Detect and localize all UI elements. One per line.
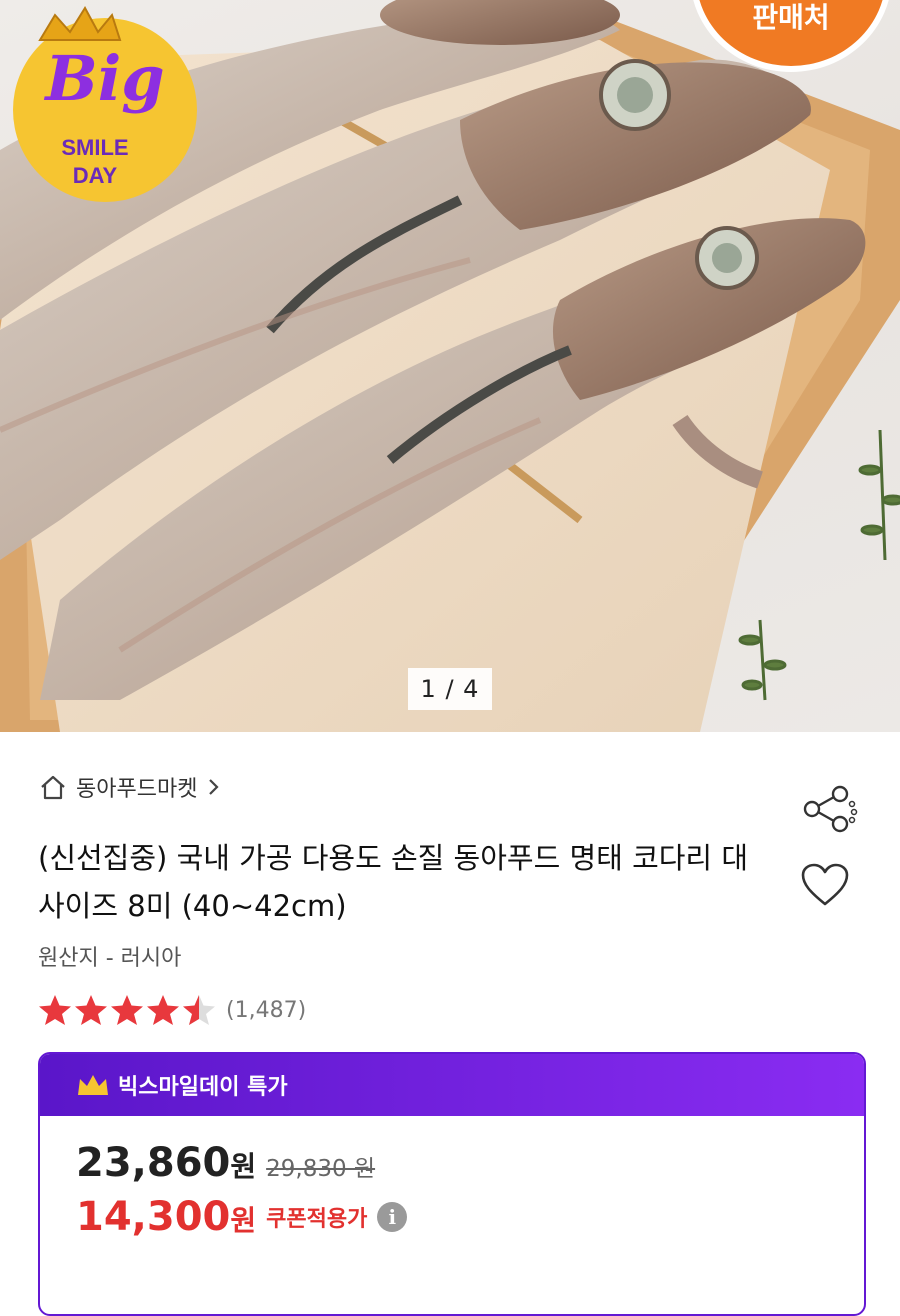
product-origin: 원산지 - 러시아 <box>38 946 182 971</box>
star-half-icon <box>183 995 215 1025</box>
product-title: (신선집중) 국내 가공 다용도 손질 동아푸드 명태 코다리 대 사이즈 8미… <box>38 841 749 923</box>
deal-header: 빅스마일데이 특가 <box>40 1054 864 1116</box>
store-link[interactable]: 동아푸드마켓 <box>38 770 221 804</box>
smile-text: SMILE <box>61 135 128 160</box>
star-icon <box>75 995 107 1025</box>
sale-price: 23,860원 <box>76 1140 257 1186</box>
coupon-label: 쿠폰적용가 <box>266 1207 368 1232</box>
big-smile-day-badge: Big SMILE DAY <box>13 6 197 202</box>
star-icon <box>39 995 71 1025</box>
coupon-price: 14,300원 <box>76 1194 257 1240</box>
deal-header-label: 빅스마일데이 특가 <box>118 1075 288 1100</box>
price-row: 23,860원 29,830 원 <box>76 1140 375 1186</box>
rating-stars[interactable]: (1,487) <box>38 988 306 1032</box>
chevron-right-icon <box>209 779 220 795</box>
info-icon[interactable]: i <box>377 1202 408 1232</box>
share-icon[interactable] <box>800 784 860 834</box>
heart-icon[interactable] <box>800 862 850 908</box>
coupon-row: 14,300원 쿠폰적용가 i <box>76 1194 408 1240</box>
big-text: Big <box>43 42 164 115</box>
product-image-gallery[interactable]: 판매처 Big SMILE DAY 1 / 4 <box>0 0 900 732</box>
image-pager: 1 / 4 <box>408 668 492 710</box>
store-name: 동아푸드마켓 <box>76 777 198 802</box>
deal-box: 빅스마일데이 특가 23,860원 29,830 원 14,300원 쿠폰적용가… <box>38 1052 866 1316</box>
day-text: DAY <box>73 163 118 188</box>
review-count: (1,487) <box>226 997 307 1023</box>
original-price: 29,830 원 <box>266 1156 376 1182</box>
home-icon <box>41 775 65 800</box>
star-icon <box>111 995 143 1025</box>
star-icon <box>147 995 179 1025</box>
crown-icon <box>78 1075 108 1095</box>
